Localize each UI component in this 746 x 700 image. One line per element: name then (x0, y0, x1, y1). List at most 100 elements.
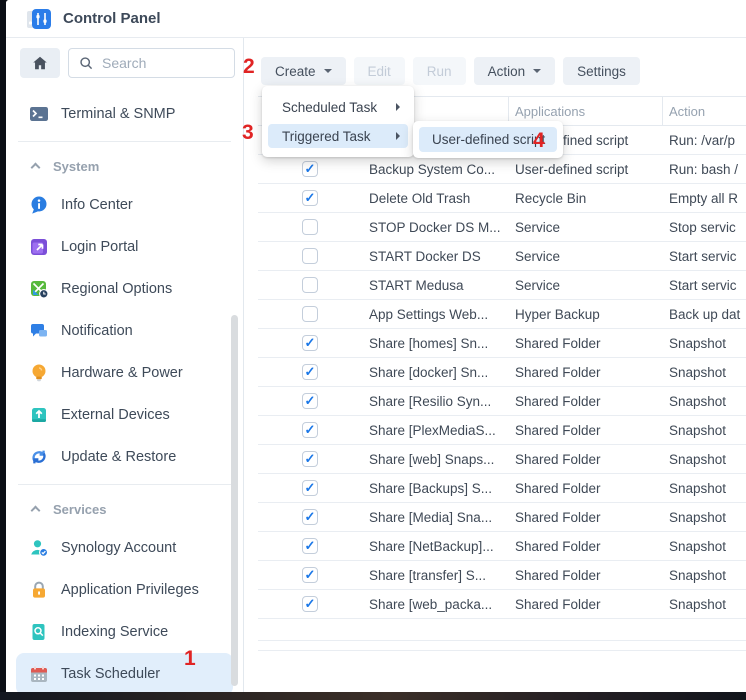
table-row[interactable]: ✓ Share [Backups] S... Shared Folder Sna… (258, 474, 746, 503)
sidebar-item-application-privileges[interactable]: Application Privileges (16, 569, 233, 611)
row-checkbox[interactable]: ✓ (302, 509, 318, 525)
table-row[interactable]: ✓ Share [docker] Sn... Shared Folder Sna… (258, 358, 746, 387)
home-icon (31, 54, 49, 72)
row-checkbox[interactable] (302, 248, 318, 264)
sidebar-item-login-portal[interactable]: Login Portal (16, 226, 233, 268)
sidebar-section-services[interactable]: Services (16, 491, 233, 527)
table-row[interactable]: ✓ Share [transfer] S... Shared Folder Sn… (258, 561, 746, 590)
row-checkbox[interactable]: ✓ (302, 451, 318, 467)
task-application: Shared Folder (508, 452, 662, 467)
menu-item-scheduled-task[interactable]: Scheduled Task (268, 95, 408, 119)
table-row[interactable]: ✓ Backup System Co... User-defined scrip… (258, 155, 746, 184)
run-button: Run (413, 57, 466, 85)
task-application: Shared Folder (508, 423, 662, 438)
task-name: Backup System Co... (318, 162, 508, 177)
sidebar-item-hardware-power[interactable]: Hardware & Power (16, 352, 233, 394)
row-checkbox[interactable] (302, 277, 318, 293)
info-center-icon (29, 195, 49, 215)
sidebar-item-regional-options[interactable]: Regional Options (16, 268, 233, 310)
row-checkbox[interactable]: ✓ (302, 364, 318, 380)
table-row[interactable]: ✓ Share [Resilio Syn... Shared Folder Sn… (258, 387, 746, 416)
task-name: START Medusa (318, 278, 508, 293)
home-button[interactable] (20, 48, 60, 78)
row-checkbox[interactable] (302, 306, 318, 322)
task-name: Share [Media] Sna... (318, 510, 508, 525)
task-action: Run: bash / (662, 162, 746, 177)
table-row[interactable]: ✓ Share [web] Snaps... Shared Folder Sna… (258, 445, 746, 474)
update-restore-icon (29, 447, 49, 467)
sidebar-item-notification[interactable]: Notification (16, 310, 233, 352)
table-row[interactable]: App Settings Web... Hyper Backup Back up… (258, 300, 746, 329)
edit-button-label: Edit (368, 64, 391, 79)
sidebar-item-external-devices[interactable]: External Devices (16, 394, 233, 436)
task-application: Shared Folder (508, 336, 662, 351)
checkmark-icon: ✓ (305, 568, 316, 581)
sidebar-item-label: Synology Account (61, 540, 176, 556)
sidebar-section-system[interactable]: System (16, 148, 233, 184)
external-devices-icon (29, 405, 49, 425)
sidebar-item-label: Info Center (61, 197, 133, 213)
sidebar-item-label: Update & Restore (61, 449, 176, 465)
task-application: Shared Folder (508, 365, 662, 380)
row-checkbox[interactable]: ✓ (302, 335, 318, 351)
table-row[interactable]: ✓ Share [web_packa... Shared Folder Snap… (258, 590, 746, 619)
sidebar-item-task-scheduler[interactable]: Task Scheduler (16, 653, 233, 693)
row-checkbox[interactable]: ✓ (302, 567, 318, 583)
task-action: Snapshot (662, 336, 746, 351)
task-action: Snapshot (662, 452, 746, 467)
caret-down-icon (324, 69, 332, 73)
row-checkbox[interactable]: ✓ (302, 393, 318, 409)
task-action: Start servic (662, 278, 746, 293)
menu-item-triggered-task[interactable]: Triggered Task (268, 124, 408, 148)
sidebar-scrollbar-thumb[interactable] (231, 315, 238, 686)
table-row[interactable]: STOP Docker DS M... Service Stop servic (258, 213, 746, 242)
task-name: Share [NetBackup]... (318, 539, 508, 554)
task-action: Stop servic (662, 220, 746, 235)
task-action: Run: /var/p (662, 133, 746, 148)
task-name: STOP Docker DS M... (318, 220, 508, 235)
sidebar-item-info-center[interactable]: Info Center (16, 184, 233, 226)
task-action: Back up dat (662, 307, 746, 322)
application-privileges-icon (29, 580, 49, 600)
create-button[interactable]: Create (261, 57, 346, 85)
terminal-icon (29, 104, 49, 124)
column-header-action[interactable]: Action (662, 97, 746, 125)
divider (18, 141, 231, 142)
sidebar: Terminal & SNMP System (6, 38, 244, 693)
task-name: Delete Old Trash (318, 191, 508, 206)
checkmark-icon: ✓ (305, 365, 316, 378)
task-name: Share [homes] Sn... (318, 336, 508, 351)
sidebar-item-terminal-snmp[interactable]: Terminal & SNMP (16, 93, 233, 135)
table-row[interactable]: ✓ Share [NetBackup]... Shared Folder Sna… (258, 532, 746, 561)
checkmark-icon: ✓ (305, 539, 316, 552)
row-checkbox[interactable]: ✓ (302, 422, 318, 438)
table-row[interactable]: ✓ Share [Media] Sna... Shared Folder Sna… (258, 503, 746, 532)
table-row[interactable]: ✓ Share [homes] Sn... Shared Folder Snap… (258, 329, 746, 358)
sidebar-item-indexing-service[interactable]: Indexing Service (16, 611, 233, 653)
divider (18, 484, 231, 485)
row-checkbox[interactable]: ✓ (302, 596, 318, 612)
section-label: System (53, 159, 99, 174)
sidebar-item-label: Indexing Service (61, 624, 168, 640)
window-titlebar: Control Panel (6, 0, 746, 38)
row-checkbox[interactable]: ✓ (302, 480, 318, 496)
row-checkbox[interactable]: ✓ (302, 538, 318, 554)
desktop: Control Panel (0, 0, 746, 700)
action-button[interactable]: Action (474, 57, 556, 85)
table-row[interactable]: ✓ Delete Old Trash Recycle Bin Empty all… (258, 184, 746, 213)
sidebar-item-label: Login Portal (61, 239, 138, 255)
checkmark-icon: ✓ (305, 423, 316, 436)
table-row[interactable]: ✓ Share [PlexMediaS... Shared Folder Sna… (258, 416, 746, 445)
row-checkbox[interactable] (302, 219, 318, 235)
sidebar-item-synology-account[interactable]: Synology Account (16, 527, 233, 569)
task-application: Shared Folder (508, 597, 662, 612)
sidebar-item-update-restore[interactable]: Update & Restore (16, 436, 233, 478)
task-name: Share [web] Snaps... (318, 452, 508, 467)
row-checkbox[interactable]: ✓ (302, 190, 318, 206)
row-checkbox[interactable]: ✓ (302, 161, 318, 177)
table-row[interactable]: START Medusa Service Start servic (258, 271, 746, 300)
table-row[interactable]: START Docker DS Service Start servic (258, 242, 746, 271)
create-dropdown-menu: Scheduled Task Triggered Task (262, 86, 414, 157)
settings-button[interactable]: Settings (563, 57, 640, 85)
divider (258, 640, 746, 641)
